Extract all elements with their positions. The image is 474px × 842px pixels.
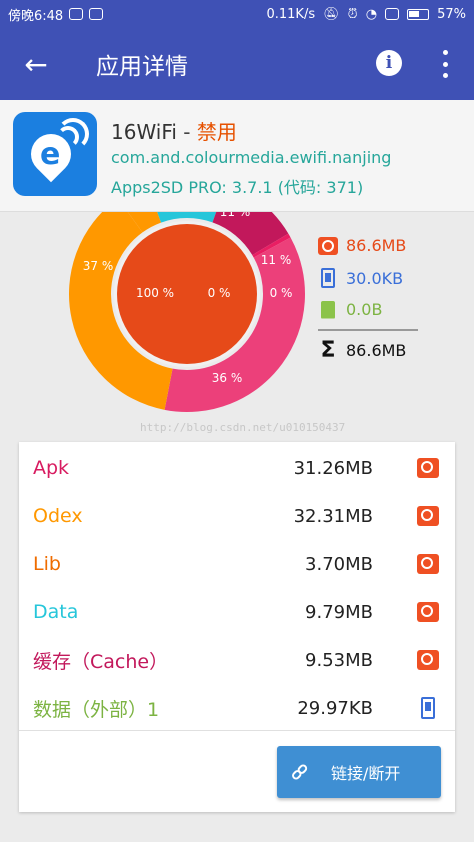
app-icon: e — [13, 112, 97, 196]
hdd-icon — [417, 650, 439, 670]
network-speed: 0.11K/s — [266, 6, 316, 22]
row-size: 29.97KB — [297, 697, 373, 719]
row-label: Lib — [33, 553, 61, 575]
row-size: 9.53MB — [305, 649, 373, 671]
back-button[interactable]: ← — [0, 28, 72, 100]
hdd-icon — [417, 506, 439, 526]
link-button-label: 链接/断开 — [331, 764, 401, 783]
sigma-icon: Σ — [320, 338, 336, 363]
row-label: 数据（外部）1 — [33, 698, 160, 721]
data-label: 36 % — [212, 371, 243, 385]
storage-details-card: Apk 31.26MB Odex 32.31MB Lib 3.70MB Data… — [19, 442, 455, 812]
legend-total: Σ 86.6MB — [318, 338, 406, 363]
storage-row-apk[interactable]: Apk 31.26MB — [33, 444, 443, 492]
sim-icon — [385, 8, 400, 20]
wifi-icon: ◔ — [365, 6, 378, 22]
storage-row-lib[interactable]: Lib 3.70MB — [33, 540, 443, 588]
shield-icon — [89, 8, 104, 20]
storage-row-external-data[interactable]: 数据（外部）1 29.97KB — [33, 684, 443, 732]
legend-total-value: 86.6MB — [346, 341, 407, 360]
phone-icon — [321, 268, 335, 288]
row-size: 3.70MB — [305, 553, 373, 575]
watermark: http://blog.csdn.net/u010150437 — [140, 421, 346, 434]
phone-icon — [421, 697, 435, 719]
cloud-icon — [69, 8, 84, 20]
app-name-line: 16WiFi - 禁用 — [111, 116, 237, 145]
storage-row-odex[interactable]: Odex 32.31MB — [33, 492, 443, 540]
hdd-icon — [318, 236, 338, 255]
row-label: Odex — [33, 505, 83, 527]
storage-row-cache[interactable]: 缓存（Cache） 9.53MB — [33, 636, 443, 684]
row-label: Apk — [33, 457, 70, 479]
data-label: 37 % — [83, 259, 114, 273]
data-label: 0 % — [270, 286, 293, 300]
battery-icon — [407, 8, 430, 20]
legend-internal-value: 86.6MB — [346, 236, 407, 255]
version-info: Apps2SD PRO: 3.7.1 (代码: 371) — [111, 178, 364, 197]
legend-phone-value: 30.0KB — [346, 268, 404, 288]
row-size: 31.26MB — [293, 457, 373, 479]
package-name: com.and.colourmedia.ewifi.nanjing — [111, 148, 392, 167]
link-unlink-button[interactable]: 链接/断开 — [277, 746, 441, 798]
app-name: 16WiFi — [111, 120, 177, 144]
row-label: Data — [33, 601, 79, 623]
info-button[interactable]: i — [376, 50, 402, 76]
status-bar: 傍晚6:48 0.11K/s 🔕︎ ⏰︎ ◔ 57% — [0, 0, 474, 28]
card-divider — [19, 730, 455, 731]
info-icon: i — [385, 53, 393, 73]
storage-row-data[interactable]: Data 9.79MB — [33, 588, 443, 636]
sd-card-icon — [321, 300, 335, 319]
row-size: 32.31MB — [293, 505, 373, 527]
legend-divider — [318, 329, 418, 331]
hdd-icon — [417, 458, 439, 478]
app-bar: ← 应用详情 i — [0, 28, 474, 100]
data-label: 100 % — [136, 286, 174, 300]
link-icon — [289, 760, 313, 784]
battery-percent: 57% — [437, 6, 466, 22]
arrow-left-icon: ← — [24, 47, 48, 81]
row-size: 9.79MB — [305, 601, 373, 623]
status-time: 傍晚6:48 — [8, 8, 64, 24]
row-label: 缓存（Cache） — [33, 650, 169, 673]
legend-sd-value: 0.0B — [346, 300, 383, 319]
name-separator: - — [176, 120, 197, 144]
data-label: 0 % — [208, 286, 231, 300]
hdd-icon — [417, 554, 439, 574]
data-label: 11 % — [261, 253, 292, 267]
legend-phone: 30.0KB — [318, 268, 403, 288]
page-title: 应用详情 — [96, 54, 188, 80]
alarm-icon: ⏰︎ — [347, 6, 358, 22]
app-status: 禁用 — [196, 120, 237, 144]
legend-sd: 0.0B — [318, 300, 382, 319]
hdd-icon — [417, 602, 439, 622]
data-label: 11 % — [220, 212, 251, 219]
more-options-button[interactable] — [438, 50, 452, 78]
mute-icon: 🔕︎ — [323, 6, 340, 22]
legend-internal: 86.6MB — [318, 236, 406, 255]
